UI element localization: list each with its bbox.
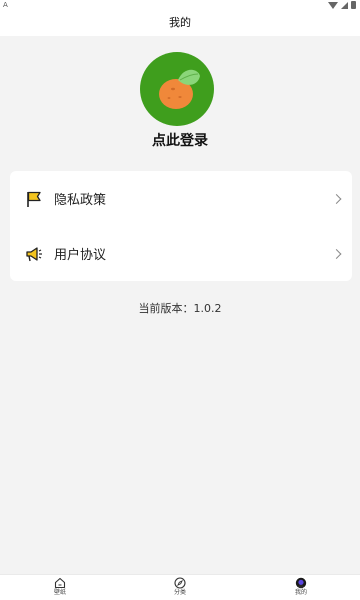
notification-icon: A bbox=[3, 1, 8, 9]
tab-category[interactable]: 分类 bbox=[160, 577, 200, 597]
battery-icon bbox=[351, 1, 356, 9]
chevron-right-icon bbox=[331, 193, 342, 204]
status-icons bbox=[328, 1, 356, 9]
login-link[interactable]: 点此登录 bbox=[0, 130, 360, 150]
home-icon bbox=[54, 577, 66, 589]
privacy-policy-label: 隐私政策 bbox=[54, 193, 107, 208]
user-agreement-item[interactable]: 用户协议 bbox=[10, 226, 352, 281]
flag-icon bbox=[24, 189, 44, 209]
app-header: 我的 bbox=[0, 10, 360, 36]
profile-icon bbox=[295, 577, 307, 589]
bottom-tab-bar: 壁纸 分类 我的 bbox=[0, 574, 360, 600]
profile-section: 点此登录 bbox=[0, 36, 360, 160]
wifi-icon bbox=[328, 1, 338, 9]
status-bar: A bbox=[0, 0, 360, 10]
user-agreement-label: 用户协议 bbox=[54, 248, 107, 263]
privacy-policy-item[interactable]: 隐私政策 bbox=[10, 171, 352, 226]
orange-logo-icon bbox=[159, 69, 200, 109]
page-title: 我的 bbox=[169, 16, 191, 29]
compass-icon bbox=[174, 577, 186, 589]
chevron-right-icon bbox=[331, 248, 342, 259]
tab-wallpaper[interactable]: 壁纸 bbox=[40, 577, 80, 597]
tab-category-label: 分类 bbox=[173, 589, 186, 596]
megaphone-icon bbox=[24, 244, 44, 264]
tab-mine-label: 我的 bbox=[294, 589, 307, 596]
signal-icon bbox=[341, 1, 348, 9]
avatar[interactable] bbox=[140, 52, 214, 126]
menu-card: 隐私政策 用户协议 bbox=[10, 171, 352, 281]
version-text: 当前版本：1.0.2 bbox=[138, 302, 222, 315]
tab-mine[interactable]: 我的 bbox=[281, 577, 321, 597]
tab-wallpaper-label: 壁纸 bbox=[53, 589, 66, 596]
